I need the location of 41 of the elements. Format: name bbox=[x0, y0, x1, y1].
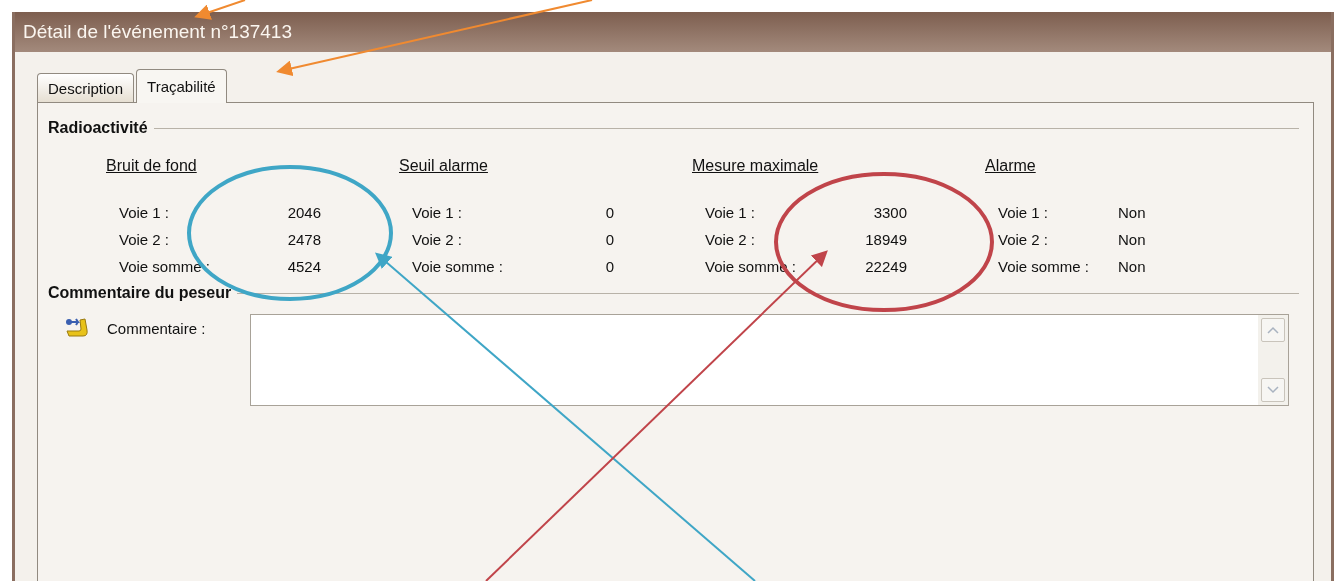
tab[interactable]: Traçabilité bbox=[136, 69, 227, 103]
chevron-down-icon bbox=[1267, 386, 1279, 394]
comment-label: Commentaire : bbox=[107, 320, 207, 337]
chevron-up-icon bbox=[1267, 326, 1279, 334]
group-title: Radioactivité bbox=[48, 119, 148, 137]
channel-value: Non bbox=[1118, 204, 1146, 221]
channel-value: 4524 bbox=[287, 258, 321, 275]
channel-value: 0 bbox=[605, 258, 614, 275]
note-arrow-icon bbox=[63, 316, 89, 338]
channel-label: Voie 2 : bbox=[119, 231, 171, 248]
channel-label: Voie somme : bbox=[119, 258, 211, 275]
channel-value: 22249 bbox=[865, 258, 907, 275]
channel-value: 3300 bbox=[873, 204, 907, 221]
channel-label: Voie somme : bbox=[998, 258, 1090, 275]
channel-value: 2046 bbox=[287, 204, 321, 221]
channel-label: Voie 2 : bbox=[998, 231, 1050, 248]
channel-value: Non bbox=[1118, 231, 1146, 248]
channel-label: Voie somme : bbox=[412, 258, 504, 275]
channel-value: 0 bbox=[605, 231, 614, 248]
window-title: Détail de l'événement n°137413 bbox=[23, 21, 292, 43]
group-title: Commentaire du peseur bbox=[48, 284, 232, 302]
scroll-down-button[interactable] bbox=[1261, 378, 1285, 402]
column-heading: Mesure maximale bbox=[692, 157, 819, 174]
channel-value: 18949 bbox=[865, 231, 907, 248]
tab[interactable]: Description bbox=[37, 73, 135, 102]
channel-value: Non bbox=[1118, 258, 1146, 275]
channel-label: Voie 2 : bbox=[412, 231, 464, 248]
column-heading: Alarme bbox=[985, 157, 1036, 174]
annotation-arrow bbox=[194, 0, 246, 20]
channel-label: Voie 2 : bbox=[705, 231, 757, 248]
channel-value: 2478 bbox=[287, 231, 321, 248]
channel-label: Voie 1 : bbox=[998, 204, 1050, 221]
channel-label: Voie 1 : bbox=[119, 204, 171, 221]
channel-label: Voie 1 : bbox=[412, 204, 464, 221]
column-heading: Seuil alarme bbox=[399, 157, 488, 174]
scrollbar[interactable] bbox=[1258, 315, 1288, 405]
scroll-up-button[interactable] bbox=[1261, 318, 1285, 342]
channel-value: 0 bbox=[605, 204, 614, 221]
comment-field[interactable] bbox=[250, 314, 1289, 406]
column-heading: Bruit de fond bbox=[106, 157, 197, 174]
channel-label: Voie 1 : bbox=[705, 204, 757, 221]
